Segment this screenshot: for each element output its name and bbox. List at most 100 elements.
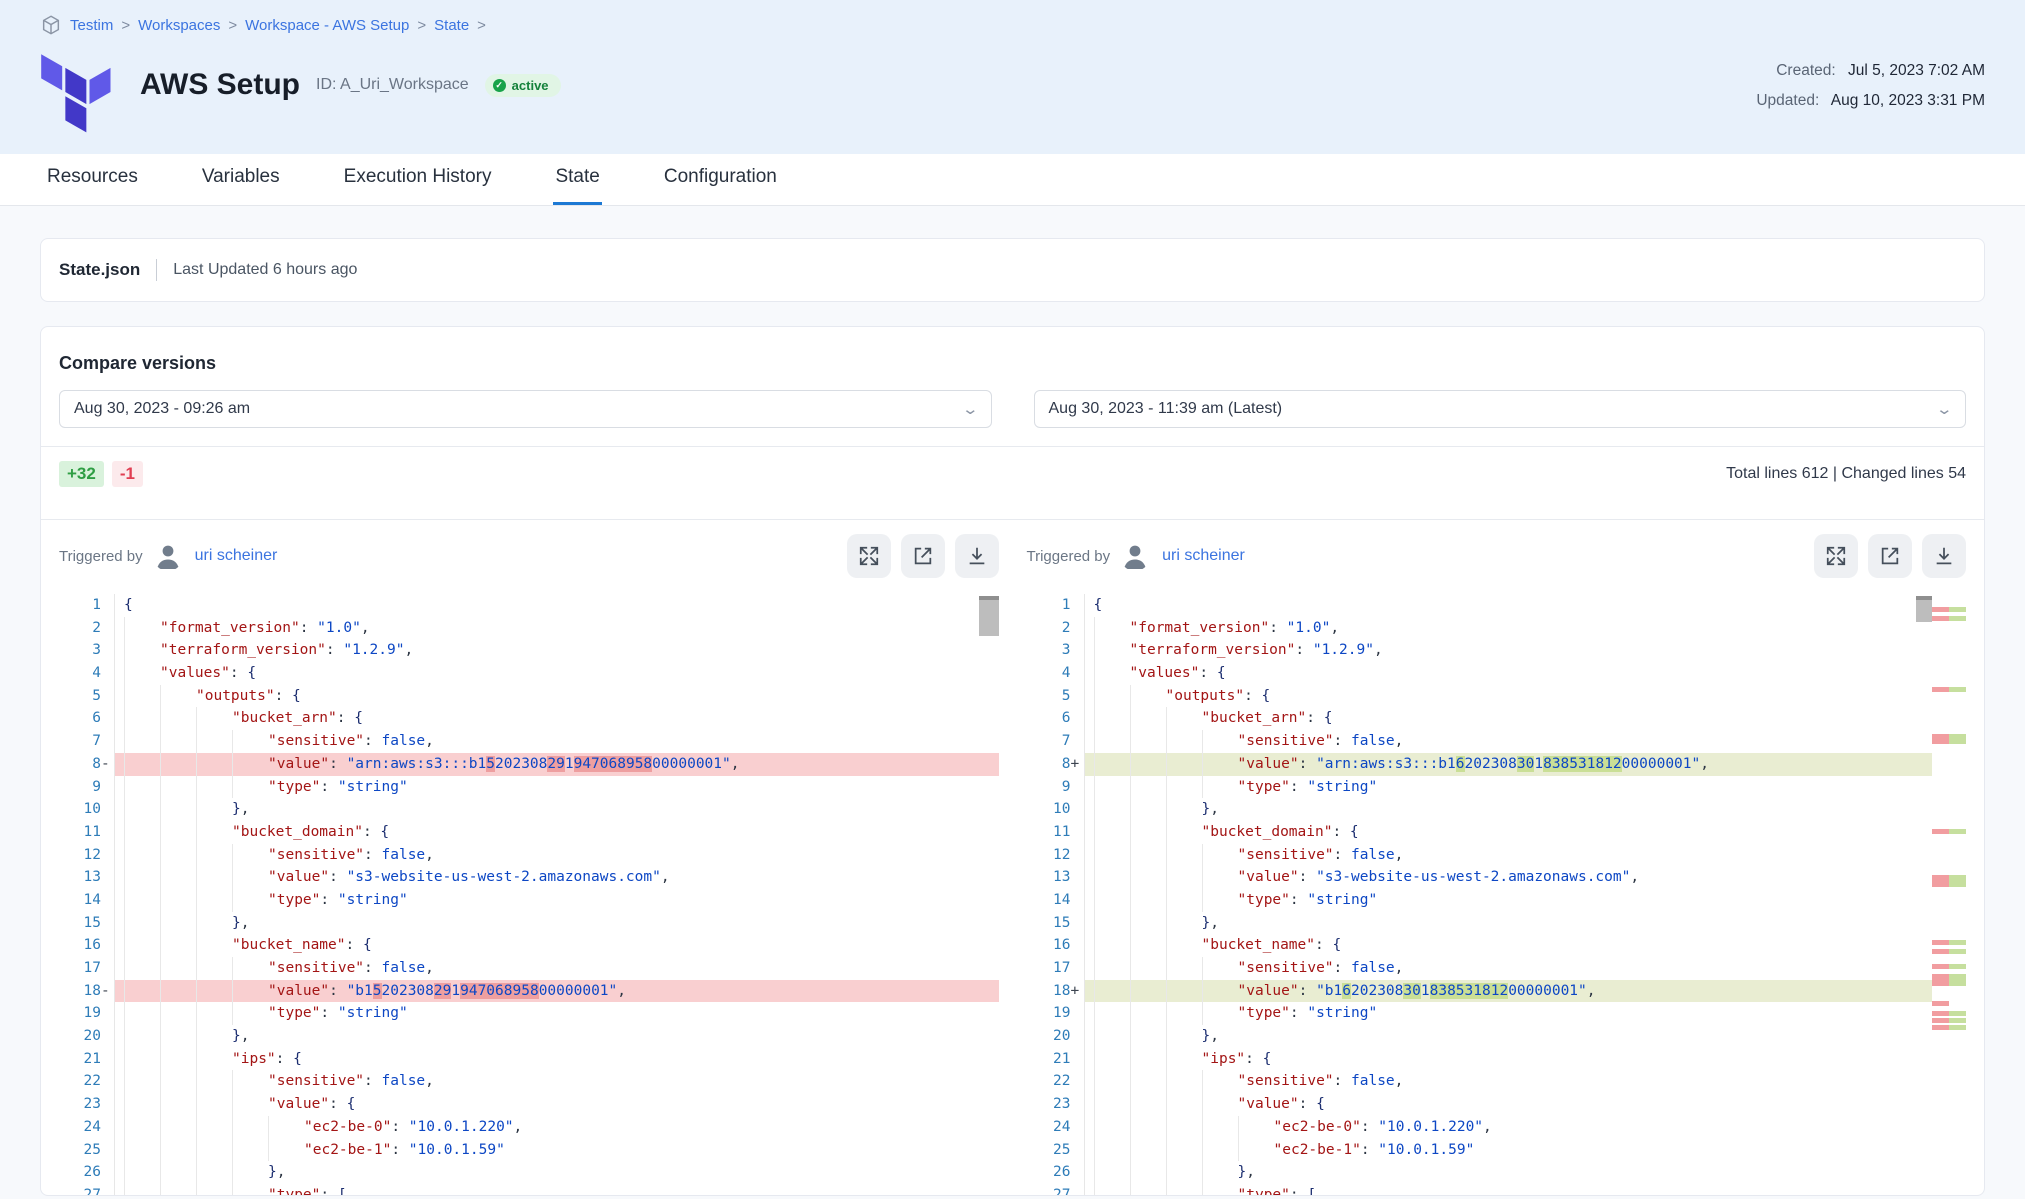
- code-line: 9"type": "string": [57, 776, 999, 799]
- code-line: 19"type": "string": [1027, 1002, 1969, 1025]
- line-number: 23: [1027, 1093, 1085, 1116]
- code-line: 24"ec2-be-0": "10.0.1.220",: [57, 1116, 999, 1139]
- tab-execution-history[interactable]: Execution History: [342, 154, 494, 205]
- tab-state[interactable]: State: [553, 154, 601, 205]
- code-line: 23"value": {: [1027, 1093, 1969, 1116]
- code-line: 11"bucket_domain": {: [57, 821, 999, 844]
- code-line: 6"bucket_arn": {: [1027, 707, 1969, 730]
- code-pane-new-version: 1{2"format_version": "1.0",3"terraform_v…: [1027, 594, 1969, 1196]
- line-number: 18-: [57, 980, 115, 1003]
- version-select-left-value: Aug 30, 2023 - 09:26 am: [74, 400, 250, 418]
- avatar: [153, 541, 183, 571]
- expand-button[interactable]: [1814, 534, 1858, 578]
- line-number: 11: [57, 821, 115, 844]
- avatar: [1120, 541, 1150, 571]
- chevron-right-icon: >: [477, 17, 486, 34]
- triggered-by-user-link[interactable]: uri scheiner: [195, 547, 278, 565]
- line-number: 27: [57, 1184, 115, 1196]
- line-number: 15: [1027, 912, 1085, 935]
- diff-marker: [1932, 875, 1966, 887]
- package-box-icon: [40, 14, 62, 36]
- diff-overview-ruler[interactable]: [1932, 594, 1968, 1196]
- line-number: 4: [1027, 662, 1085, 685]
- diff-marker: [1932, 829, 1966, 834]
- code-line: 22"sensitive": false,: [1027, 1070, 1969, 1093]
- left-pane-header: Triggered by uri scheiner: [59, 534, 999, 578]
- breadcrumb-link-workspaces[interactable]: Workspaces: [138, 17, 220, 34]
- line-number: 16: [57, 934, 115, 957]
- code-line: 17"sensitive": false,: [57, 957, 999, 980]
- code-line: 7"sensitive": false,: [57, 730, 999, 753]
- code-line: 11"bucket_domain": {: [1027, 821, 1969, 844]
- line-number: 1: [1027, 594, 1085, 617]
- code-line: 20},: [57, 1025, 999, 1048]
- diff-marker: [1932, 1001, 1949, 1006]
- code-line: 27"type": [: [57, 1184, 999, 1196]
- line-number: 10: [1027, 798, 1085, 821]
- download-button[interactable]: [955, 534, 999, 578]
- code-line: 16"bucket_name": {: [57, 934, 999, 957]
- diff-marker: [1932, 1011, 1966, 1016]
- line-number: 26: [57, 1161, 115, 1184]
- chevron-down-icon: ⌄: [961, 400, 979, 418]
- breadcrumb-link-state[interactable]: State: [434, 17, 469, 34]
- diff-marker: [1932, 734, 1966, 744]
- expand-button[interactable]: [847, 534, 891, 578]
- vertical-scrollbar[interactable]: [979, 596, 999, 636]
- line-number: 2: [1027, 617, 1085, 640]
- line-number: 19: [57, 1002, 115, 1025]
- diff-marker: [1932, 940, 1966, 945]
- code-line: 21"ips": {: [1027, 1048, 1969, 1071]
- divider: [156, 259, 157, 281]
- code-line: 10},: [1027, 798, 1969, 821]
- download-button[interactable]: [1922, 534, 1966, 578]
- line-number: 24: [1027, 1116, 1085, 1139]
- vertical-scrollbar[interactable]: [1916, 596, 1932, 622]
- open-external-button[interactable]: [1868, 534, 1912, 578]
- updated-value: Aug 10, 2023 3:31 PM: [1831, 92, 1985, 109]
- version-select-right[interactable]: Aug 30, 2023 - 11:39 am (Latest) ⌄: [1034, 390, 1967, 428]
- line-number: 6: [1027, 707, 1085, 730]
- triggered-by-user-link[interactable]: uri scheiner: [1162, 547, 1245, 565]
- line-number: 1: [57, 594, 115, 617]
- code-line: 5"outputs": {: [1027, 685, 1969, 708]
- line-number: 24: [57, 1116, 115, 1139]
- line-number: 8+: [1027, 753, 1085, 776]
- line-number: 7: [57, 730, 115, 753]
- download-icon: [1933, 545, 1955, 567]
- line-number: 17: [1027, 957, 1085, 980]
- tab-configuration[interactable]: Configuration: [662, 154, 779, 205]
- tab-variables[interactable]: Variables: [200, 154, 282, 205]
- line-number: 19: [1027, 1002, 1085, 1025]
- deletions-chip: -1: [112, 461, 143, 487]
- line-number: 26: [1027, 1161, 1085, 1184]
- line-number: 8-: [57, 753, 115, 776]
- line-number: 18+: [1027, 980, 1085, 1003]
- open-external-button[interactable]: [901, 534, 945, 578]
- breadcrumb-link-workspace[interactable]: Workspace - AWS Setup: [245, 17, 409, 34]
- created-meta: Created: Jul 5, 2023 7:02 AM: [1756, 62, 1985, 80]
- line-number: 14: [1027, 889, 1085, 912]
- line-number: 13: [1027, 866, 1085, 889]
- line-number: 3: [57, 639, 115, 662]
- check-circle-icon: ✓: [493, 79, 506, 92]
- breadcrumb: Testim > Workspaces > Workspace - AWS Se…: [40, 14, 1985, 36]
- diff-marker: [1932, 949, 1966, 954]
- line-number: 17: [57, 957, 115, 980]
- code-line: 1{: [57, 594, 999, 617]
- line-totals: Total lines 612 | Changed lines 54: [1726, 465, 1966, 483]
- version-select-left[interactable]: Aug 30, 2023 - 09:26 am ⌄: [59, 390, 992, 428]
- breadcrumb-link-testim[interactable]: Testim: [70, 17, 113, 34]
- line-number: 5: [1027, 685, 1085, 708]
- code-line: 1{: [1027, 594, 1969, 617]
- code-line: 6"bucket_arn": {: [57, 707, 999, 730]
- line-number: 13: [57, 866, 115, 889]
- triggered-by-label: Triggered by: [1027, 548, 1111, 565]
- code-line: 12"sensitive": false,: [1027, 844, 1969, 867]
- line-number: 25: [57, 1139, 115, 1162]
- diff-marker: [1932, 1025, 1966, 1030]
- code-line: 4"values": {: [57, 662, 999, 685]
- tab-resources[interactable]: Resources: [45, 154, 140, 205]
- line-number: 20: [1027, 1025, 1085, 1048]
- code-line: 25"ec2-be-1": "10.0.1.59": [57, 1139, 999, 1162]
